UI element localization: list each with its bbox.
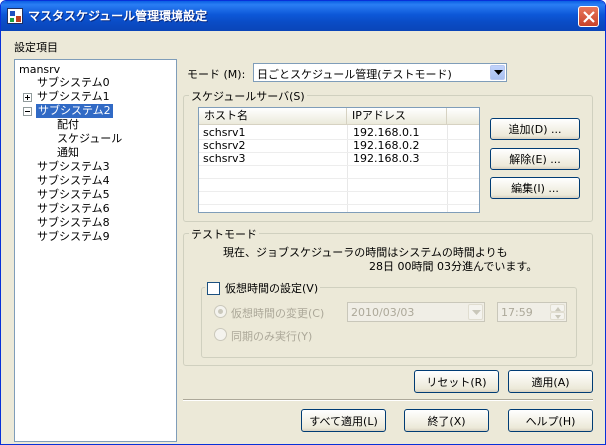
virtual-time-group — [201, 287, 577, 358]
arrow-up-icon — [555, 307, 561, 311]
tree-item-notification[interactable]: 通知 — [57, 146, 79, 160]
settings-dialog: マスタスケジュール管理環境設定 設定項目 mansrv サブシステム0 サブシス… — [0, 0, 606, 445]
change-virtual-time-label[interactable]: 仮想時間の変更(C) — [231, 305, 324, 321]
host-cell: schsrv2 — [203, 139, 246, 152]
close-button[interactable] — [578, 6, 599, 27]
table-row[interactable]: schsrv2 192.168.0.2 — [199, 139, 479, 152]
title-bar[interactable]: マスタスケジュール管理環境設定 — [1, 1, 605, 31]
sync-only-label[interactable]: 同期のみ実行(Y) — [231, 328, 312, 344]
expand-subsystem1-icon[interactable] — [23, 93, 32, 102]
help-button[interactable]: ヘルプ(H) — [508, 409, 593, 432]
sync-only-radio[interactable] — [214, 328, 227, 341]
app-icon — [7, 8, 23, 24]
column-header-ip[interactable]: IPアドレス — [347, 108, 447, 125]
tree-item-distribution[interactable]: 配付 — [57, 118, 79, 132]
tree-item-subsystem6[interactable]: サブシステム6 — [37, 202, 110, 216]
separator — [183, 399, 593, 401]
collapse-subsystem2-icon[interactable] — [23, 107, 32, 116]
add-server-button[interactable]: 追加(D) ... — [490, 118, 580, 140]
edit-server-button[interactable]: 編集(I) ... — [490, 177, 580, 199]
virtual-time-header: 仮想時間の設定(V) — [205, 280, 321, 296]
virtual-time-spinner[interactable]: 17:59 — [497, 302, 567, 322]
mode-select[interactable]: 日ごとスケジュール管理(テストモード) — [253, 63, 507, 82]
time-offset-message-line2: 28日 00時間 03分進んでいます。 — [369, 260, 538, 273]
tree-item-subsystem2[interactable]: サブシステム2 — [36, 104, 113, 118]
virtual-date-select[interactable]: 2010/03/03 — [347, 302, 485, 322]
table-row[interactable]: schsrv3 192.168.0.3 — [199, 152, 479, 165]
mode-label: モード (M): — [187, 68, 246, 81]
virtual-date-value: 2010/03/03 — [351, 306, 415, 319]
tree-item-subsystem1[interactable]: サブシステム1 — [37, 90, 110, 104]
mode-select-value: 日ごとスケジュール管理(テストモード) — [257, 68, 452, 81]
spin-up-button[interactable] — [550, 304, 565, 312]
chevron-down-icon — [494, 70, 503, 75]
window-title: マスタスケジュール管理環境設定 — [28, 9, 208, 23]
tree-item-subsystem3[interactable]: サブシステム3 — [37, 160, 110, 174]
chevron-down-icon — [472, 310, 481, 315]
ip-cell: 192.168.0.1 — [353, 126, 420, 139]
change-virtual-time-radio[interactable] — [214, 305, 227, 318]
tree-item-subsystem5[interactable]: サブシステム5 — [37, 188, 110, 202]
tree-item-subsystem0[interactable]: サブシステム0 — [37, 76, 110, 90]
tree-item-schedule[interactable]: スケジュール — [57, 132, 122, 146]
tree-root[interactable]: mansrv — [19, 63, 60, 77]
tree-item-subsystem4[interactable]: サブシステム4 — [37, 174, 110, 188]
mode-dropdown-button[interactable] — [490, 65, 505, 80]
schedule-server-list[interactable]: ホスト名 IPアドレス schsrv1 192.168.0.1 schsrv2 … — [198, 107, 480, 213]
ip-cell: 192.168.0.3 — [353, 152, 420, 165]
settings-tree[interactable]: mansrv サブシステム0 サブシステム1 サブシステム2 配付 スケジュール… — [14, 59, 177, 442]
exit-button[interactable]: 終了(X) — [404, 409, 489, 432]
list-header: ホスト名 IPアドレス — [199, 108, 479, 125]
ip-cell: 192.168.0.2 — [353, 139, 420, 152]
test-mode-group-title: テストモード — [189, 226, 259, 242]
virtual-time-value: 17:59 — [501, 306, 533, 319]
virtual-time-checkbox-label[interactable]: 仮想時間の設定(V) — [225, 282, 318, 295]
reset-button[interactable]: リセット(R) — [414, 370, 499, 393]
column-header-empty — [447, 108, 479, 125]
date-dropdown-button[interactable] — [468, 304, 483, 320]
apply-all-button[interactable]: すべて適用(L) — [301, 409, 386, 432]
schedule-server-group-title: スケジュールサーバ(S) — [189, 88, 307, 104]
spin-down-button[interactable] — [550, 312, 565, 320]
tree-item-subsystem9[interactable]: サブシステム9 — [37, 230, 110, 244]
column-header-host[interactable]: ホスト名 — [199, 108, 347, 125]
table-row[interactable]: schsrv1 192.168.0.1 — [199, 126, 479, 139]
host-cell: schsrv1 — [203, 126, 246, 139]
close-icon — [583, 11, 595, 23]
virtual-time-checkbox[interactable] — [207, 281, 220, 295]
host-cell: schsrv3 — [203, 152, 246, 165]
settings-items-label: 設定項目 — [14, 41, 58, 54]
delete-server-button[interactable]: 解除(E) ... — [490, 148, 580, 170]
apply-button[interactable]: 適用(A) — [508, 370, 593, 393]
tree-item-subsystem8[interactable]: サブシステム8 — [37, 216, 110, 230]
arrow-down-icon — [555, 315, 561, 319]
